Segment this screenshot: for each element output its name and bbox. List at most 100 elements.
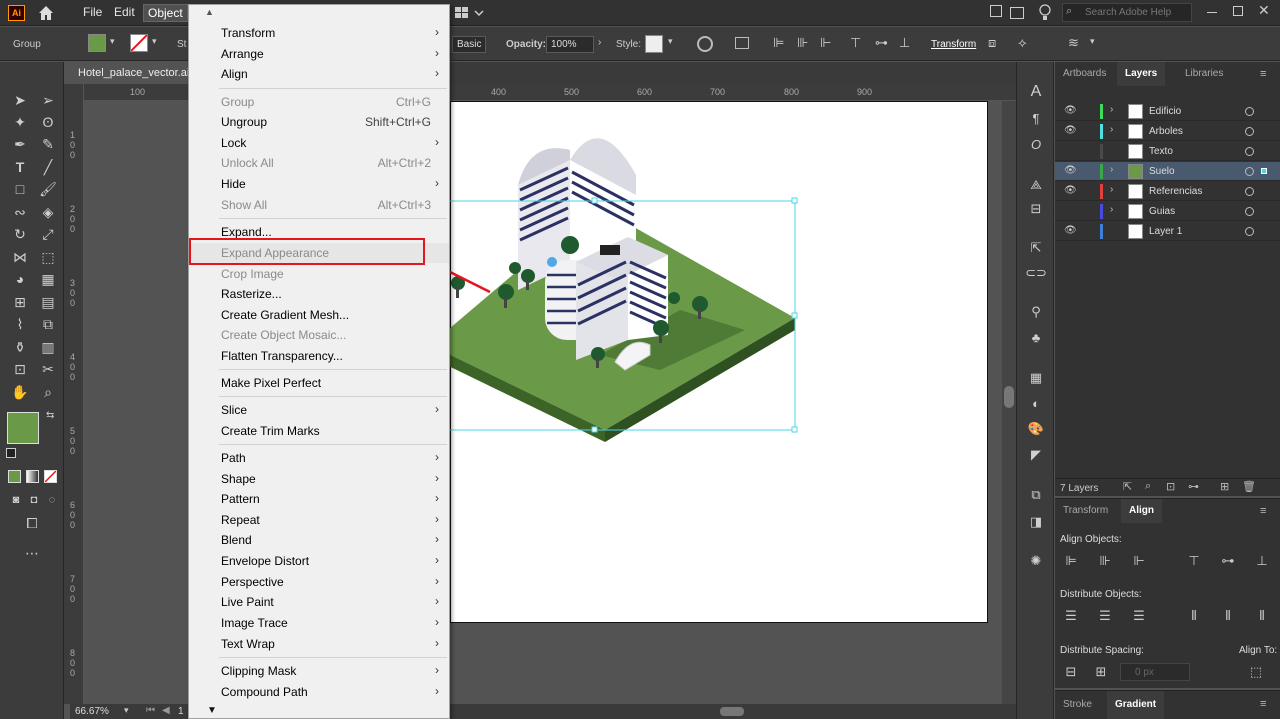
- align-to-icon[interactable]: [735, 37, 749, 49]
- panel-menu-icon[interactable]: ≡: [1260, 68, 1266, 80]
- align-top-icon[interactable]: ⊤: [850, 35, 861, 51]
- align-right-icon[interactable]: ⊩: [1128, 552, 1150, 570]
- panel-menu-icon[interactable]: ≡: [1260, 505, 1266, 517]
- menu-item-shape[interactable]: Shape ›: [189, 469, 449, 489]
- color-mode-icon[interactable]: [8, 470, 21, 483]
- chevron-down-icon[interactable]: ▾: [668, 36, 673, 47]
- eyedropper-tool-icon[interactable]: ⌇: [8, 314, 32, 334]
- navigator-icon[interactable]: ✺: [1025, 551, 1047, 571]
- column-graph-tool-icon[interactable]: ▥: [36, 337, 60, 357]
- layer-row-referencias[interactable]: 👁 › Referencias: [1055, 182, 1280, 201]
- swap-colors-icon[interactable]: ⇆: [46, 410, 54, 421]
- perspective-grid-tool-icon[interactable]: ▦: [36, 269, 60, 289]
- transform-icon[interactable]: ⧈: [988, 35, 996, 51]
- home-icon[interactable]: [37, 4, 55, 22]
- isolate-icon[interactable]: ⟡: [1018, 35, 1027, 51]
- mesh-tool-icon[interactable]: ⊞: [8, 292, 32, 312]
- first-page-icon[interactable]: ⏮: [146, 705, 155, 716]
- eye-icon[interactable]: 👁: [1064, 185, 1077, 196]
- target-icon[interactable]: [1245, 207, 1254, 216]
- artboard-tool-icon[interactable]: ⊡: [8, 359, 32, 379]
- swatches-icon[interactable]: ▦: [1025, 368, 1047, 388]
- menu-item-compound-path[interactable]: Compound Path ›: [189, 682, 449, 702]
- selection-tool-icon[interactable]: ➤: [8, 90, 32, 110]
- eye-icon[interactable]: 👁: [1064, 105, 1077, 116]
- target-icon[interactable]: [1245, 167, 1254, 176]
- chevron-down-icon[interactable]: ▾: [110, 36, 115, 47]
- minimize-button[interactable]: [1207, 12, 1217, 13]
- menu-item-flatten-transparency[interactable]: Flatten Transparency...: [189, 346, 449, 366]
- menu-item-rasterize[interactable]: Rasterize...: [189, 284, 449, 304]
- eraser-tool-icon[interactable]: ◈: [36, 202, 60, 222]
- menu-item-unlock-all[interactable]: Unlock All Alt+Ctrl+2: [189, 153, 449, 173]
- tab-align[interactable]: Align: [1121, 499, 1162, 523]
- layer-row-suelo[interactable]: 👁 › Suelo: [1055, 162, 1280, 181]
- align-bottom-icon[interactable]: ⊥: [899, 35, 910, 51]
- tab-stroke[interactable]: Stroke: [1055, 691, 1100, 719]
- menu-item-pattern[interactable]: Pattern ›: [189, 489, 449, 509]
- rotate-tool-icon[interactable]: ↻: [8, 224, 32, 244]
- symbol-sprayer-tool-icon[interactable]: ⚱: [8, 337, 32, 357]
- menu-item-create-trim-marks[interactable]: Create Trim Marks: [189, 421, 449, 441]
- hand-tool-icon[interactable]: ✋: [8, 382, 32, 402]
- menu-item-hide[interactable]: Hide ›: [189, 174, 449, 194]
- target-icon[interactable]: [1245, 107, 1254, 116]
- eye-icon[interactable]: 👁: [1064, 165, 1077, 176]
- chevron-right-icon[interactable]: ›: [1110, 204, 1113, 215]
- layer-row-edificio[interactable]: 👁 › Edificio: [1055, 102, 1280, 121]
- menu-object[interactable]: Object: [143, 4, 188, 22]
- lightbulb-icon[interactable]: [1038, 4, 1052, 22]
- distribute-left-icon[interactable]: ⦀: [1183, 607, 1205, 625]
- distribute-top-icon[interactable]: ☰: [1060, 607, 1082, 625]
- type-tool-icon[interactable]: T: [8, 157, 32, 177]
- align-left-icon[interactable]: ⊫: [1060, 552, 1082, 570]
- document-tab[interactable]: Hotel_palace_vector.ai*: [70, 62, 188, 84]
- tab-layers[interactable]: Layers: [1117, 62, 1166, 86]
- target-icon[interactable]: [1245, 147, 1254, 156]
- menu-item-repeat[interactable]: Repeat ›: [189, 510, 449, 530]
- share-window-icon[interactable]: [990, 5, 1002, 17]
- menu-item-create-object-mosaic[interactable]: Create Object Mosaic...: [189, 325, 449, 345]
- rectangle-tool-icon[interactable]: □: [8, 179, 32, 199]
- align-vcenter-icon[interactable]: ⊶: [875, 35, 888, 51]
- chevron-down-icon[interactable]: ▾: [1090, 36, 1095, 47]
- menu-file[interactable]: File: [83, 5, 102, 19]
- selection-indicator[interactable]: [1261, 168, 1267, 174]
- pen-tool-icon[interactable]: ✒: [8, 134, 32, 154]
- distribute-bottom-icon[interactable]: ☰: [1128, 607, 1150, 625]
- draw-inside-icon[interactable]: ◌: [40, 490, 64, 510]
- target-icon[interactable]: [1245, 127, 1254, 136]
- vertical-scrollbar[interactable]: [1002, 101, 1016, 704]
- chevron-down-icon[interactable]: ▾: [124, 705, 129, 716]
- menu-item-lock[interactable]: Lock ›: [189, 133, 449, 153]
- scroll-up-arrow-icon[interactable]: ▲: [205, 7, 214, 17]
- menu-item-perspective[interactable]: Perspective ›: [189, 572, 449, 592]
- menu-item-slice[interactable]: Slice ›: [189, 400, 449, 420]
- horizontal-spacing-icon[interactable]: ⊞: [1090, 663, 1112, 681]
- line-tool-icon[interactable]: ╱: [36, 157, 60, 177]
- locate-object-icon[interactable]: ⌕: [1145, 480, 1151, 493]
- zoom-tool-icon[interactable]: ⌕: [36, 382, 60, 402]
- menu-item-image-trace[interactable]: Image Trace ›: [189, 613, 449, 633]
- menu-item-group[interactable]: Group Ctrl+G: [189, 92, 449, 112]
- menu-item-align[interactable]: Align ›: [189, 64, 449, 84]
- graphic-style-swatch[interactable]: [645, 35, 663, 53]
- align-to-selection-icon[interactable]: ⬚: [1245, 663, 1267, 681]
- menu-item-arrange[interactable]: Arrange ›: [189, 44, 449, 64]
- gradient-tool-icon[interactable]: ▤: [36, 292, 60, 312]
- none-mode-icon[interactable]: [44, 470, 57, 483]
- delete-layer-icon[interactable]: 🗑: [1242, 480, 1256, 493]
- clipping-mask-icon[interactable]: ⊡: [1166, 480, 1175, 493]
- brushes-icon[interactable]: ◤: [1025, 445, 1047, 465]
- transparency-icon[interactable]: ◨: [1025, 512, 1047, 532]
- free-transform-tool-icon[interactable]: ⬚: [36, 247, 60, 267]
- align-right-icon[interactable]: ⊩: [820, 35, 831, 51]
- tab-transform[interactable]: Transform: [1055, 499, 1116, 523]
- new-layer-icon[interactable]: ⊞: [1220, 480, 1229, 493]
- menu-edit[interactable]: Edit: [114, 5, 135, 19]
- gradient-mode-icon[interactable]: [26, 470, 39, 483]
- panel-menu-icon[interactable]: ≋: [1068, 35, 1079, 51]
- layer-row-arboles[interactable]: 👁 › Arboles: [1055, 122, 1280, 141]
- transform-link[interactable]: Transform: [931, 39, 976, 50]
- chevron-right-icon[interactable]: ›: [1110, 104, 1113, 115]
